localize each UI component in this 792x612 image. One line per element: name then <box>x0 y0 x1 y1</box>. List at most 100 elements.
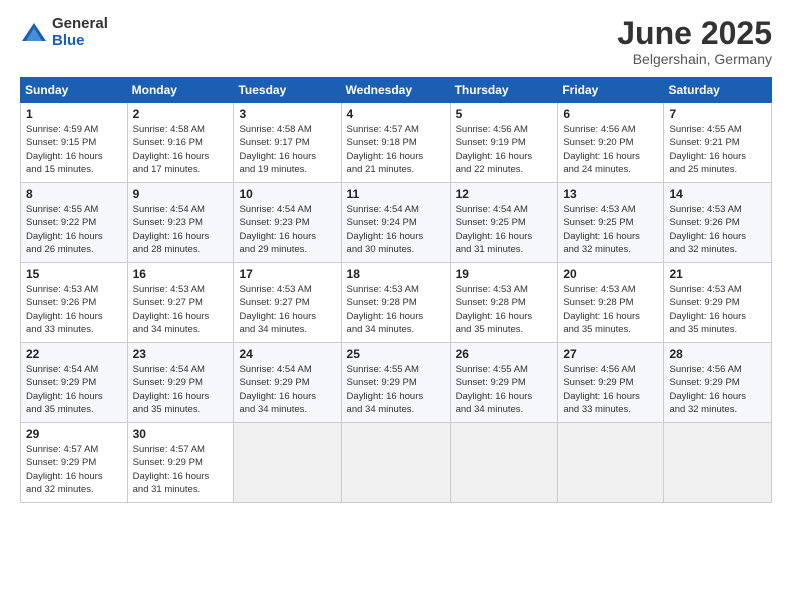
day-number: 20 <box>563 267 658 281</box>
day-info: Sunrise: 4:58 AM Sunset: 9:16 PM Dayligh… <box>133 123 229 176</box>
calendar-cell: 7 Sunrise: 4:55 AM Sunset: 9:21 PM Daylig… <box>664 103 772 183</box>
logo: General Blue <box>20 16 108 49</box>
day-number: 21 <box>669 267 766 281</box>
day-info: Sunrise: 4:56 AM Sunset: 9:19 PM Dayligh… <box>456 123 553 176</box>
day-info: Sunrise: 4:53 AM Sunset: 9:26 PM Dayligh… <box>26 283 122 336</box>
day-info: Sunrise: 4:57 AM Sunset: 9:29 PM Dayligh… <box>133 443 229 496</box>
day-info: Sunrise: 4:55 AM Sunset: 9:21 PM Dayligh… <box>669 123 766 176</box>
calendar-cell: 6 Sunrise: 4:56 AM Sunset: 9:20 PM Daylig… <box>558 103 664 183</box>
calendar-cell: 16Sunrise: 4:53 AM Sunset: 9:27 PM Dayli… <box>127 263 234 343</box>
calendar-cell: 9Sunrise: 4:54 AM Sunset: 9:23 PM Daylig… <box>127 183 234 263</box>
day-info: Sunrise: 4:53 AM Sunset: 9:28 PM Dayligh… <box>563 283 658 336</box>
calendar-week-row: 22 Sunrise: 4:54 AM Sunset: 9:29 PM Dayli… <box>21 343 772 423</box>
day-number: 14 <box>669 187 766 201</box>
logo-general: General <box>52 16 108 33</box>
day-info: Sunrise: 4:55 AM Sunset: 9:29 PM Dayligh… <box>456 363 553 416</box>
calendar-cell: 17 Sunrise: 4:53 AM Sunset: 9:27 PM Dayli… <box>234 263 341 343</box>
calendar-cell: 10Sunrise: 4:54 AM Sunset: 9:23 PM Dayli… <box>234 183 341 263</box>
calendar-cell: 5 Sunrise: 4:56 AM Sunset: 9:19 PM Daylig… <box>450 103 558 183</box>
day-info: Sunrise: 4:53 AM Sunset: 9:25 PM Dayligh… <box>563 203 658 256</box>
day-number: 18 <box>347 267 445 281</box>
calendar-cell: 1Sunrise: 4:59 AM Sunset: 9:15 PM Daylig… <box>21 103 128 183</box>
day-number: 5 <box>456 107 553 121</box>
day-info: Sunrise: 4:56 AM Sunset: 9:20 PM Dayligh… <box>563 123 658 176</box>
calendar-cell: 28 Sunrise: 4:56 AM Sunset: 9:29 PM Dayli… <box>664 343 772 423</box>
calendar-cell: 29 Sunrise: 4:57 AM Sunset: 9:29 PM Dayli… <box>21 423 128 503</box>
day-number: 28 <box>669 347 766 361</box>
day-info: Sunrise: 4:57 AM Sunset: 9:29 PM Dayligh… <box>26 443 122 496</box>
calendar-cell: 13 Sunrise: 4:53 AM Sunset: 9:25 PM Dayli… <box>558 183 664 263</box>
day-info: Sunrise: 4:54 AM Sunset: 9:29 PM Dayligh… <box>133 363 229 416</box>
calendar-cell <box>664 423 772 503</box>
header-sunday: Sunday <box>21 78 128 103</box>
day-info: Sunrise: 4:54 AM Sunset: 9:29 PM Dayligh… <box>26 363 122 416</box>
day-number: 4 <box>347 107 445 121</box>
calendar-week-row: 15Sunrise: 4:53 AM Sunset: 9:26 PM Dayli… <box>21 263 772 343</box>
month-title: June 2025 <box>617 16 772 51</box>
calendar-cell <box>558 423 664 503</box>
header: General Blue June 2025 Belgershain, Germ… <box>20 16 772 67</box>
day-info: Sunrise: 4:57 AM Sunset: 9:18 PM Dayligh… <box>347 123 445 176</box>
day-number: 7 <box>669 107 766 121</box>
day-number: 2 <box>133 107 229 121</box>
location-subtitle: Belgershain, Germany <box>617 51 772 67</box>
logo-text: General Blue <box>52 16 108 49</box>
day-number: 27 <box>563 347 658 361</box>
calendar-cell: 21Sunrise: 4:53 AM Sunset: 9:29 PM Dayli… <box>664 263 772 343</box>
day-info: Sunrise: 4:53 AM Sunset: 9:27 PM Dayligh… <box>239 283 335 336</box>
day-number: 6 <box>563 107 658 121</box>
day-number: 12 <box>456 187 553 201</box>
calendar-cell: 11 Sunrise: 4:54 AM Sunset: 9:24 PM Dayli… <box>341 183 450 263</box>
calendar-cell <box>341 423 450 503</box>
day-info: Sunrise: 4:53 AM Sunset: 9:26 PM Dayligh… <box>669 203 766 256</box>
calendar-cell: 20 Sunrise: 4:53 AM Sunset: 9:28 PM Dayli… <box>558 263 664 343</box>
day-number: 9 <box>133 187 229 201</box>
day-info: Sunrise: 4:53 AM Sunset: 9:28 PM Dayligh… <box>347 283 445 336</box>
calendar-cell: 22 Sunrise: 4:54 AM Sunset: 9:29 PM Dayli… <box>21 343 128 423</box>
day-number: 29 <box>26 427 122 441</box>
day-number: 17 <box>239 267 335 281</box>
header-friday: Friday <box>558 78 664 103</box>
day-info: Sunrise: 4:54 AM Sunset: 9:25 PM Dayligh… <box>456 203 553 256</box>
calendar: Sunday Monday Tuesday Wednesday Thursday… <box>20 77 772 503</box>
day-number: 8 <box>26 187 122 201</box>
header-monday: Monday <box>127 78 234 103</box>
calendar-cell <box>234 423 341 503</box>
calendar-cell: 19Sunrise: 4:53 AM Sunset: 9:28 PM Dayli… <box>450 263 558 343</box>
header-thursday: Thursday <box>450 78 558 103</box>
logo-blue: Blue <box>52 33 108 50</box>
header-saturday: Saturday <box>664 78 772 103</box>
logo-icon <box>20 19 48 47</box>
calendar-cell: 25 Sunrise: 4:55 AM Sunset: 9:29 PM Dayli… <box>341 343 450 423</box>
day-info: Sunrise: 4:55 AM Sunset: 9:29 PM Dayligh… <box>347 363 445 416</box>
title-block: June 2025 Belgershain, Germany <box>617 16 772 67</box>
day-number: 30 <box>133 427 229 441</box>
calendar-cell: 2 Sunrise: 4:58 AM Sunset: 9:16 PM Daylig… <box>127 103 234 183</box>
calendar-header-row: Sunday Monday Tuesday Wednesday Thursday… <box>21 78 772 103</box>
calendar-cell: 30 Sunrise: 4:57 AM Sunset: 9:29 PM Dayli… <box>127 423 234 503</box>
calendar-cell: 4 Sunrise: 4:57 AM Sunset: 9:18 PM Daylig… <box>341 103 450 183</box>
calendar-week-row: 8Sunrise: 4:55 AM Sunset: 9:22 PM Daylig… <box>21 183 772 263</box>
day-number: 10 <box>239 187 335 201</box>
calendar-cell <box>450 423 558 503</box>
calendar-cell: 12 Sunrise: 4:54 AM Sunset: 9:25 PM Dayli… <box>450 183 558 263</box>
day-info: Sunrise: 4:58 AM Sunset: 9:17 PM Dayligh… <box>239 123 335 176</box>
calendar-cell: 26 Sunrise: 4:55 AM Sunset: 9:29 PM Dayli… <box>450 343 558 423</box>
day-number: 11 <box>347 187 445 201</box>
day-info: Sunrise: 4:53 AM Sunset: 9:28 PM Dayligh… <box>456 283 553 336</box>
day-info: Sunrise: 4:56 AM Sunset: 9:29 PM Dayligh… <box>669 363 766 416</box>
day-info: Sunrise: 4:59 AM Sunset: 9:15 PM Dayligh… <box>26 123 122 176</box>
calendar-cell: 14 Sunrise: 4:53 AM Sunset: 9:26 PM Dayli… <box>664 183 772 263</box>
day-number: 25 <box>347 347 445 361</box>
calendar-cell: 27Sunrise: 4:56 AM Sunset: 9:29 PM Dayli… <box>558 343 664 423</box>
calendar-week-row: 29 Sunrise: 4:57 AM Sunset: 9:29 PM Dayli… <box>21 423 772 503</box>
day-number: 26 <box>456 347 553 361</box>
day-number: 22 <box>26 347 122 361</box>
day-number: 23 <box>133 347 229 361</box>
day-info: Sunrise: 4:54 AM Sunset: 9:29 PM Dayligh… <box>239 363 335 416</box>
calendar-cell: 15Sunrise: 4:53 AM Sunset: 9:26 PM Dayli… <box>21 263 128 343</box>
day-number: 13 <box>563 187 658 201</box>
day-info: Sunrise: 4:54 AM Sunset: 9:24 PM Dayligh… <box>347 203 445 256</box>
calendar-cell: 3Sunrise: 4:58 AM Sunset: 9:17 PM Daylig… <box>234 103 341 183</box>
day-number: 16 <box>133 267 229 281</box>
